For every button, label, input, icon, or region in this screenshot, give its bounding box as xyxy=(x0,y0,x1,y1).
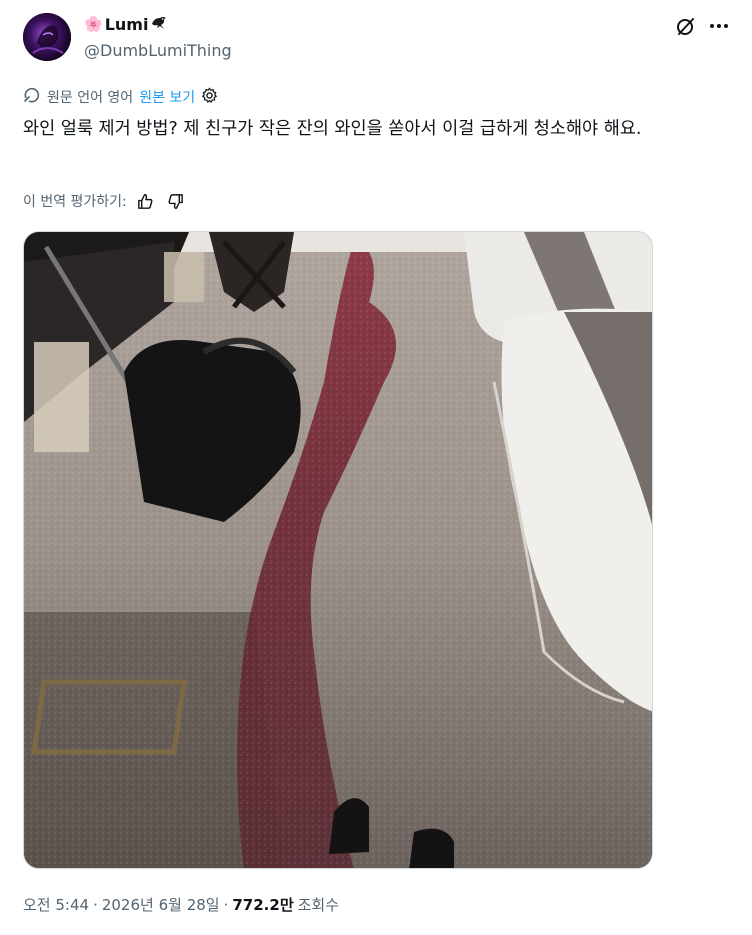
meta-separator: · xyxy=(93,895,98,914)
translate-icon xyxy=(23,86,41,108)
original-language-label: 원문 언어 영어 xyxy=(47,90,134,106)
gear-icon[interactable] xyxy=(201,87,218,108)
tweet-date[interactable]: 2026년 6월 28일 xyxy=(102,894,220,915)
avatar-image xyxy=(23,13,71,61)
tweet-text: 와인 얼룩 제거 방법? 제 친구가 작은 잔의 와인을 쏟아서 이걸 급하게 … xyxy=(23,119,642,139)
more-icon[interactable] xyxy=(706,14,732,38)
translation-rating-row: 이 번역 평가하기: xyxy=(23,190,187,212)
show-original-link[interactable]: 원본 보기 xyxy=(139,87,195,107)
tweet-photo[interactable] xyxy=(23,231,653,869)
meta-separator: · xyxy=(223,895,229,914)
rate-translation-label: 이 번역 평가하기: xyxy=(23,194,127,210)
thumbs-down-icon[interactable] xyxy=(165,190,187,212)
tweet-meta-row: 오전 5:44 · 2026년 6월 28일 · 772.2만 조회수 xyxy=(23,894,339,915)
author-name-row[interactable]: 🌸 Lumi xyxy=(84,14,168,34)
grok-icon[interactable] xyxy=(674,14,698,38)
bird-icon xyxy=(152,17,167,29)
tweet-time[interactable]: 오전 5:44 xyxy=(23,894,89,915)
thumbs-up-icon[interactable] xyxy=(135,190,157,212)
wine-stain-carpet-photo xyxy=(24,232,652,868)
author-display-name[interactable]: Lumi xyxy=(105,15,149,34)
author-handle[interactable]: @DumbLumiThing xyxy=(84,41,232,60)
avatar[interactable] xyxy=(23,13,71,61)
bird-emoji xyxy=(150,14,168,34)
views-count: 772.2만 xyxy=(232,896,294,914)
flower-emoji: 🌸 xyxy=(84,15,103,33)
views-label: 조회수 xyxy=(297,896,340,914)
translation-row: 원문 언어 영어 원본 보기 xyxy=(23,86,218,108)
